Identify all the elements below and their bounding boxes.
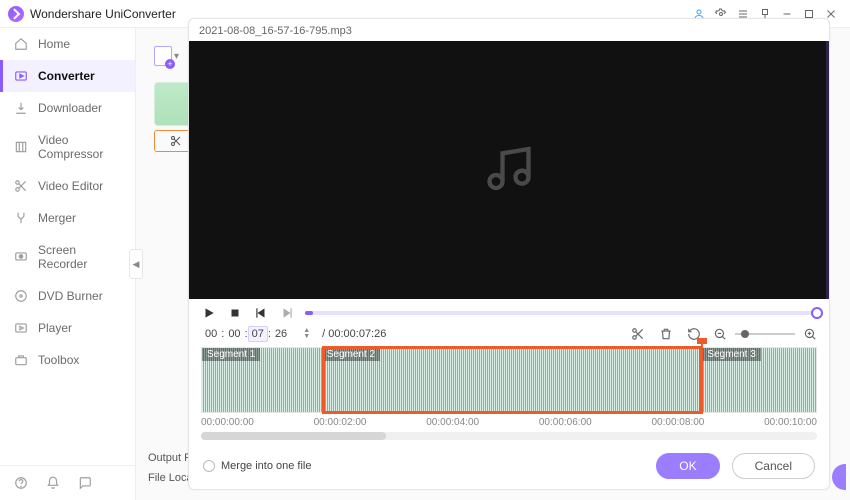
prev-frame-button[interactable] xyxy=(253,305,269,321)
sidebar-item-label: Downloader xyxy=(38,101,102,115)
selection-box[interactable] xyxy=(322,346,703,414)
bell-icon[interactable] xyxy=(46,476,60,490)
merge-icon xyxy=(14,211,28,225)
sidebar-item-recorder[interactable]: Screen Recorder xyxy=(0,234,135,280)
time-stepper[interactable]: ▲▼ xyxy=(303,328,310,340)
compress-icon xyxy=(14,140,28,154)
sidebar-item-editor[interactable]: Video Editor xyxy=(0,170,135,202)
app-logo xyxy=(8,6,24,22)
transport-bar xyxy=(189,299,829,325)
progress-knob[interactable] xyxy=(811,307,823,319)
sidebar-item-label: Player xyxy=(38,321,72,335)
toolbox-icon xyxy=(14,353,28,367)
editor-footer: Merge into one file OK Cancel xyxy=(189,443,829,489)
sidebar-item-toolbox[interactable]: Toolbox xyxy=(0,344,135,376)
sidebar-item-compressor[interactable]: Video Compressor xyxy=(0,124,135,170)
feedback-icon[interactable] xyxy=(78,476,92,490)
sidebar-item-player[interactable]: Player xyxy=(0,312,135,344)
convert-pill[interactable] xyxy=(832,464,846,490)
current-time[interactable]: 00:00:07:26 xyxy=(201,328,291,340)
music-note-icon xyxy=(483,143,535,198)
converter-icon xyxy=(14,69,28,83)
zoom-out-icon[interactable] xyxy=(713,327,727,341)
play-button[interactable] xyxy=(201,305,217,321)
scissors-icon xyxy=(14,179,28,193)
app-name: Wondershare UniConverter xyxy=(30,7,176,21)
time-ticks: 00:00:00:00 00:00:02:00 00:00:04:00 00:0… xyxy=(189,413,829,428)
sidebar-item-merger[interactable]: Merger xyxy=(0,202,135,234)
stop-button[interactable] xyxy=(227,305,243,321)
sidebar-item-dvd[interactable]: DVD Burner xyxy=(0,280,135,312)
sidebar-item-label: Home xyxy=(38,37,70,51)
timeline-scrollbar[interactable] xyxy=(201,432,817,440)
sidebar-item-converter[interactable]: Converter xyxy=(0,60,135,92)
next-frame-button[interactable] xyxy=(279,305,295,321)
sidebar-item-label: Video Compressor xyxy=(38,133,121,161)
zoom-control xyxy=(713,327,817,341)
content: ◀ ▾ Output Form File Location 2021-08-08… xyxy=(136,28,850,500)
disc-icon xyxy=(14,289,28,303)
sidebar-items: Home Converter Downloader Video Compress… xyxy=(0,28,135,465)
sidebar-item-label: Toolbox xyxy=(38,353,79,367)
zoom-in-icon[interactable] xyxy=(803,327,817,341)
segment-3[interactable]: Segment 3 xyxy=(702,348,816,412)
total-time: / 00:00:07:26 xyxy=(322,328,386,340)
delete-tool-icon[interactable] xyxy=(659,327,673,341)
cut-tool-icon[interactable] xyxy=(631,327,645,341)
sidebar-item-label: Screen Recorder xyxy=(38,243,121,271)
add-file-button[interactable]: ▾ xyxy=(154,46,179,66)
help-icon[interactable] xyxy=(14,476,28,490)
editor-filename: 2021-08-08_16-57-16-795.mp3 xyxy=(189,19,829,41)
chevron-down-icon: ▾ xyxy=(174,51,179,62)
download-icon xyxy=(14,101,28,115)
progress-bar[interactable] xyxy=(305,311,817,315)
cancel-button[interactable]: Cancel xyxy=(732,453,815,479)
sidebar-item-downloader[interactable]: Downloader xyxy=(0,92,135,124)
waveform-timeline[interactable]: Segment 1 Segment 2 Segment 3 xyxy=(201,347,817,413)
sidebar-item-label: Converter xyxy=(38,69,95,83)
sidebar-bottom xyxy=(0,465,135,500)
home-icon xyxy=(14,37,28,51)
preview-area xyxy=(189,41,829,299)
segment-1[interactable]: Segment 1 xyxy=(202,348,322,412)
collapse-sidebar-button[interactable]: ◀ xyxy=(129,249,143,279)
playhead[interactable] xyxy=(701,342,703,414)
zoom-slider[interactable] xyxy=(735,333,795,335)
play-icon xyxy=(14,321,28,335)
trim-editor-modal: 2021-08-08_16-57-16-795.mp3 00:00:07:26 … xyxy=(188,18,830,490)
merge-checkbox[interactable]: Merge into one file xyxy=(203,460,312,472)
sidebar-item-label: Merger xyxy=(38,211,76,225)
ok-button[interactable]: OK xyxy=(656,453,719,479)
sidebar-item-label: DVD Burner xyxy=(38,289,103,303)
time-row: 00:00:07:26 ▲▼ / 00:00:07:26 xyxy=(189,325,829,347)
sidebar-item-home[interactable]: Home xyxy=(0,28,135,60)
sidebar-item-label: Video Editor xyxy=(38,179,103,193)
file-plus-icon xyxy=(154,46,172,66)
sidebar: Home Converter Downloader Video Compress… xyxy=(0,28,136,500)
record-icon xyxy=(14,250,28,264)
